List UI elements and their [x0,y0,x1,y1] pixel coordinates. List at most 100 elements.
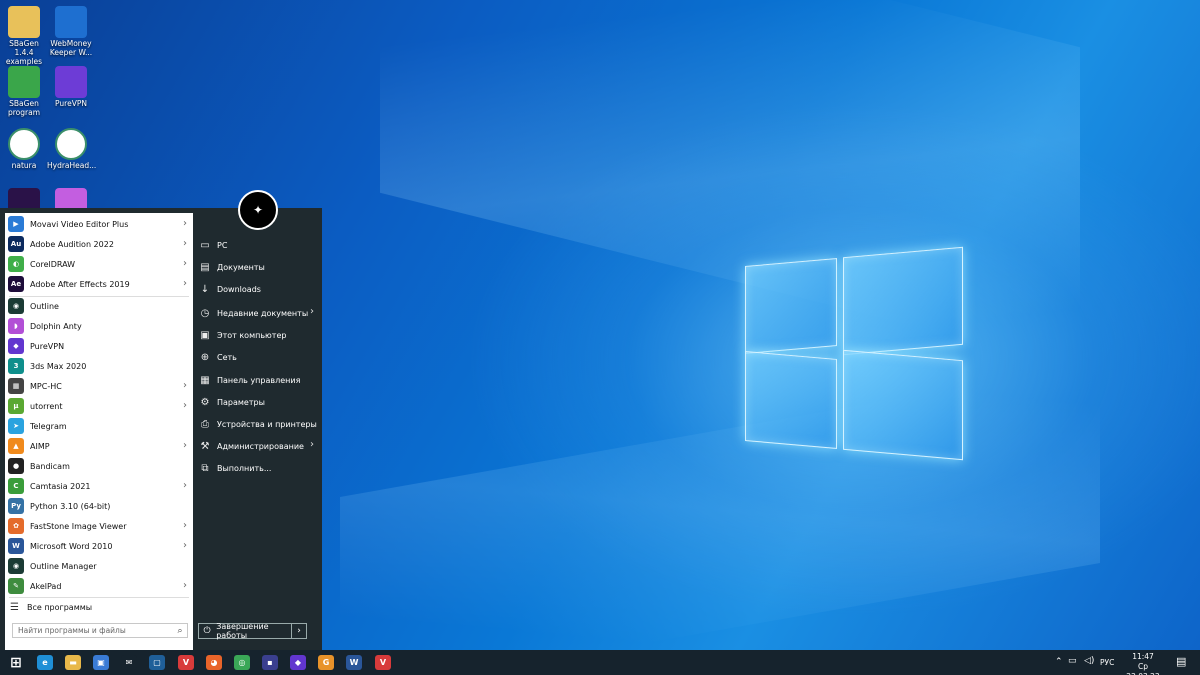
start-menu-place-item[interactable]: ◷ Недавние документы › [198,303,320,323]
program-item[interactable]: ➤ Telegram [5,416,193,436]
chevron-right-icon: › [183,380,187,391]
taskbar-app-button[interactable]: ✉ [116,652,142,673]
start-menu-place-item[interactable]: ▦ Панель управления [198,370,320,390]
shutdown-options-button[interactable]: › [292,623,307,639]
wallpaper-light-beam [340,362,1100,675]
taskbar-app-button[interactable]: ◎ [229,652,255,673]
desktop-icon[interactable]: WebMoney Keeper W... [47,6,95,57]
language-indicator[interactable]: РУС [1100,658,1114,667]
program-item[interactable]: ✎ AkelPad › [5,576,193,596]
control-panel-icon: ▦ [200,374,210,386]
taskbar-app-button[interactable]: G [313,652,339,673]
word-icon: W [8,538,24,554]
desktop-icon[interactable]: SBaGen 1.4.4 examples [0,6,48,66]
dolphin-icon: ◗ [8,318,24,334]
store-icon: ▣ [93,655,109,670]
program-label: Dolphin Anty [30,321,82,331]
program-item[interactable]: ▶ Movavi Video Editor Plus › [5,214,193,234]
chevron-right-icon: › [183,400,187,411]
desktop-icon[interactable]: PureVPN [47,66,95,108]
aimp-icon: ▲ [8,438,24,454]
program-item[interactable]: ▲ AIMP › [5,436,193,456]
orange-app-icon: G [318,655,334,670]
taskbar-app-button[interactable]: ▬ [60,652,86,673]
natura-icon [8,128,40,160]
notification-icon[interactable]: ▤ [1176,655,1186,668]
program-label: Outline [30,301,59,311]
program-label: Adobe After Effects 2019 [30,279,130,289]
taskbar-app-button[interactable]: ▢ [144,652,170,673]
user-avatar[interactable]: ✦ [238,190,278,230]
sbagen-icon [8,66,40,98]
run-icon: ⧉ [201,462,209,474]
vivaldi-icon: V [375,655,391,670]
desktop-icon[interactable]: natura [0,128,48,170]
chevron-right-icon: › [183,520,187,531]
program-item[interactable]: ✿ FastStone Image Viewer › [5,516,193,536]
program-item[interactable]: Ae Adobe After Effects 2019 › [5,274,193,294]
desktop-icon[interactable]: HydraHead... [47,128,96,170]
all-programs-button[interactable]: ☰ Все программы [5,597,193,617]
chevron-right-icon: › [183,440,187,451]
start-menu-place-item[interactable]: ↓ Downloads [198,279,320,299]
shutdown-label: Завершение работы [216,622,269,640]
program-label: FastStone Image Viewer [30,521,127,531]
desktop-icon[interactable]: SBaGen program [0,66,48,117]
program-item[interactable]: ◉ Outline [5,296,193,316]
taskbar-app-button[interactable]: V [370,652,396,673]
search-input[interactable] [13,624,173,637]
network-tray-icon[interactable]: ▭ [1068,656,1077,666]
place-label: Этот компьютер [217,330,287,340]
bandicam-icon: ● [8,458,24,474]
start-menu-place-item[interactable]: ⚒ Администрирование › [198,436,320,456]
purevpn-icon [55,66,87,98]
taskbar-app-button[interactable]: e [32,652,58,673]
program-item[interactable]: Au Adobe Audition 2022 › [5,234,193,254]
program-item[interactable]: ◉ Outline Manager [5,556,193,576]
program-item[interactable]: C Camtasia 2021 › [5,476,193,496]
program-item[interactable]: ◆ PureVPN [5,336,193,356]
program-item[interactable]: ◗ Dolphin Anty [5,316,193,336]
vivaldi-icon: V [178,655,194,670]
program-label: Microsoft Word 2010 [30,541,113,551]
desktop-icon-label: SBaGen 1.4.4 examples [5,39,43,66]
taskbar-app-button[interactable]: ▣ [88,652,114,673]
volume-icon[interactable]: ◁) [1084,656,1094,666]
taskbar-app-button[interactable]: W [341,652,367,673]
start-menu-place-item[interactable]: ⊕ Сеть [198,347,320,367]
program-item[interactable]: ◐ CorelDRAW › [5,254,193,274]
faststone-icon: ✿ [8,518,24,534]
chevron-up-icon: ⌃ [1055,657,1063,667]
chrome-icon: ◎ [234,655,250,670]
taskbar-app-button[interactable]: ◕ [201,652,227,673]
clock[interactable]: 11:47 Ср 22.03.23 [1122,652,1164,675]
search-icon[interactable]: ⌕ [173,626,187,636]
desktop-icon-label: PureVPN [55,99,87,108]
start-menu-place-item[interactable]: ▣ Этот компьютер [198,325,320,345]
taskbar-app-button[interactable]: ◆ [285,652,311,673]
program-item[interactable]: W Microsoft Word 2010 › [5,536,193,556]
start-button[interactable]: ⊞ [3,652,29,673]
start-menu-place-item[interactable]: ▭ PC [198,235,320,255]
start-menu-place-item[interactable]: ⚙ Параметры [198,392,320,412]
show-hidden-icons-button[interactable]: ⌃ [1055,657,1063,667]
place-label: Устройства и принтеры [217,419,317,429]
program-item[interactable]: Py Python 3.10 (64-bit) [5,496,193,516]
mail-icon: ✉ [121,655,137,670]
program-item[interactable]: ▦ MPC-HC › [5,376,193,396]
taskbar-app-button[interactable]: ▪ [257,652,283,673]
program-item[interactable]: 3 3ds Max 2020 [5,356,193,376]
shutdown-button[interactable]: ⏻ Завершение работы [198,622,292,640]
search-box[interactable]: ⌕ [12,623,188,638]
chevron-right-icon: › [183,238,187,249]
program-label: AkelPad [30,581,62,591]
taskbar-app-button[interactable]: V [173,652,199,673]
program-item[interactable]: ● Bandicam [5,456,193,476]
edge-icon: e [37,655,53,670]
start-menu-place-item[interactable]: ⎙ Устройства и принтеры [198,414,320,434]
place-label: Выполнить... [217,463,272,473]
start-menu-place-item[interactable]: ▤ Документы [198,257,320,277]
program-item[interactable]: μ utorrent › [5,396,193,416]
start-menu-place-item[interactable]: ⧉ Выполнить... [198,458,320,478]
folder-icon [8,6,40,38]
